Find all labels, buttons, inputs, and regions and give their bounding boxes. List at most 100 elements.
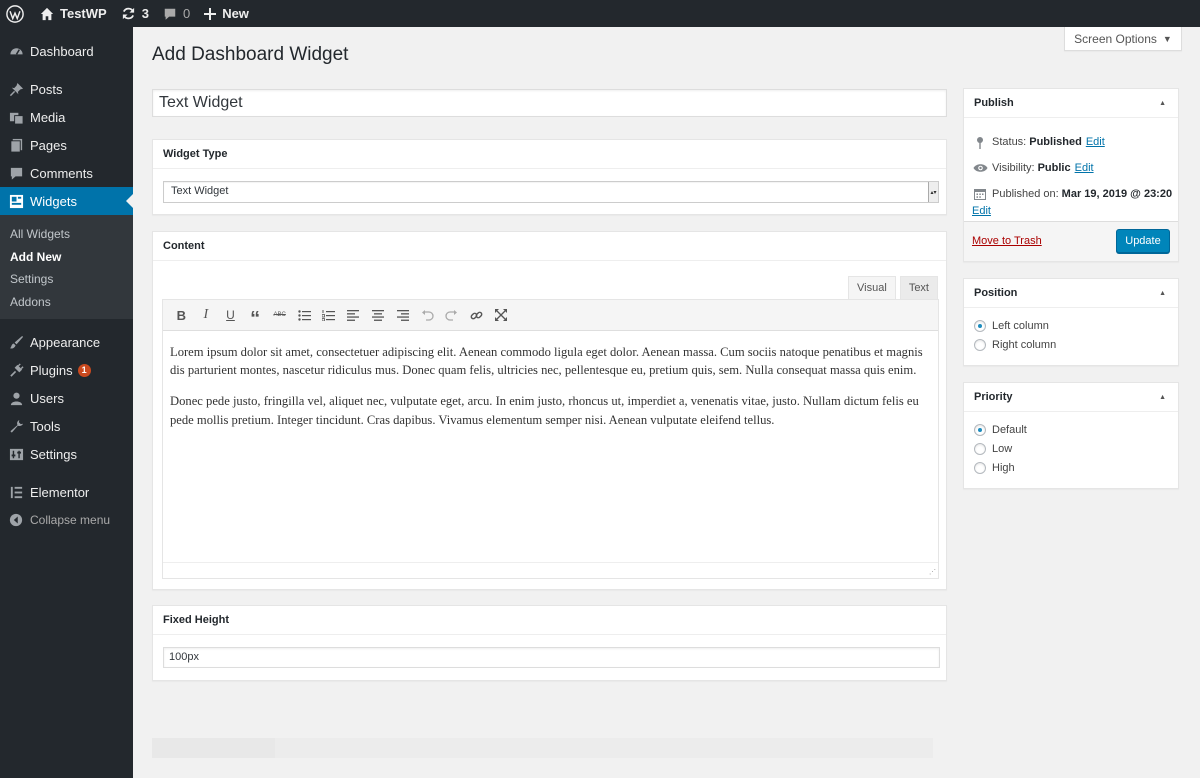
sidebar-item-label: Widgets [30, 193, 77, 209]
radio-button[interactable] [974, 320, 986, 332]
collapse-menu-button[interactable]: Collapse menu [0, 506, 133, 534]
sidebar-item-label: Dashboard [30, 43, 94, 59]
move-to-trash-link[interactable]: Move to Trash [972, 235, 1042, 247]
link-icon[interactable] [464, 303, 489, 327]
sidebar-item-dashboard[interactable]: Dashboard [0, 37, 133, 65]
redo-icon[interactable] [440, 303, 465, 327]
sidebar-item-label: Pages [30, 137, 67, 153]
update-button[interactable]: Update [1116, 229, 1170, 253]
radio-button[interactable] [974, 462, 986, 474]
priority-heading-label: Priority [974, 391, 1013, 403]
widget-title-input[interactable]: Text Widget [152, 89, 947, 117]
numbered-list-icon[interactable] [317, 303, 342, 327]
publish-heading[interactable]: Publish ▲ [964, 89, 1178, 118]
refresh-icon [121, 6, 136, 21]
admin-bar: TestWP 3 0 New [0, 0, 1200, 27]
editor-content-area[interactable]: Lorem ipsum dolor sit amet, consectetuer… [163, 331, 938, 561]
submenu-addons[interactable]: Addons [0, 291, 133, 314]
align-left-icon[interactable] [341, 303, 366, 327]
widget-type-select[interactable]: Text Widget ▴▾ [163, 181, 939, 203]
post-status-row: Status: Published Edit [972, 135, 1105, 149]
sidebar-item-users[interactable]: Users [0, 384, 133, 412]
position-heading-label: Position [974, 287, 1018, 299]
plugins-update-badge: 1 [77, 363, 91, 377]
fixed-height-heading: Fixed Height [153, 606, 946, 635]
comment-icon [8, 165, 24, 181]
priority-option-default[interactable]: Default [974, 424, 1027, 436]
tab-visual[interactable]: Visual [848, 276, 896, 299]
radio-label: High [992, 462, 1015, 474]
editor-toolbar: B I U “ ABC [163, 300, 938, 331]
visibility-label: Visibility: [992, 162, 1035, 174]
comment-icon [163, 7, 177, 21]
position-heading[interactable]: Position ▲ [964, 279, 1178, 308]
site-name: TestWP [60, 6, 107, 21]
resize-grip-icon[interactable]: ⋰ [929, 568, 936, 576]
align-center-icon[interactable] [366, 303, 391, 327]
edit-status-link[interactable]: Edit [1086, 136, 1105, 148]
sidebar-item-comments[interactable]: Comments [0, 159, 133, 187]
widget-type-selected: Text Widget [171, 185, 229, 197]
priority-option-high[interactable]: High [974, 462, 1015, 474]
undo-icon[interactable] [415, 303, 440, 327]
italic-icon[interactable]: I [194, 303, 219, 327]
caret-up-icon[interactable]: ▲ [1159, 100, 1166, 107]
edit-visibility-link[interactable]: Edit [1075, 162, 1094, 174]
site-name-link[interactable]: TestWP [33, 0, 114, 27]
submenu-all-widgets[interactable]: All Widgets [0, 223, 133, 246]
wordpress-logo-icon[interactable] [0, 0, 33, 27]
caret-up-icon[interactable]: ▲ [1159, 394, 1166, 401]
published-on-value: Mar 19, 2019 @ 23:20 [1061, 188, 1173, 200]
sidebar-item-widgets[interactable]: Widgets [0, 187, 133, 215]
edit-date-link[interactable]: Edit [972, 205, 991, 217]
priority-heading[interactable]: Priority ▲ [964, 383, 1178, 412]
radio-label: Left column [992, 320, 1049, 332]
sidebar-item-settings[interactable]: Settings [0, 440, 133, 468]
sidebar-item-elementor[interactable]: Elementor [0, 478, 133, 506]
calendar-icon [972, 187, 988, 201]
position-box: Position ▲ Left column Right column [963, 278, 1179, 366]
radio-button[interactable] [974, 339, 986, 351]
sidebar-item-media[interactable]: Media [0, 103, 133, 131]
priority-option-low[interactable]: Low [974, 443, 1012, 455]
submenu-settings[interactable]: Settings [0, 268, 133, 291]
settings-icon [8, 446, 24, 462]
sidebar-item-appearance[interactable]: Appearance [0, 328, 133, 356]
underline-icon[interactable]: U [218, 303, 243, 327]
submenu-add-new[interactable]: Add New [0, 246, 133, 269]
widgets-icon [8, 193, 24, 209]
comments-count: 0 [182, 6, 191, 21]
blockquote-icon[interactable]: “ [243, 303, 268, 329]
admin-sidebar: Dashboard Posts Media Pages Comments Wid… [0, 27, 133, 778]
position-option-right[interactable]: Right column [974, 339, 1056, 351]
caret-up-icon[interactable]: ▲ [1159, 290, 1166, 297]
screen-options-button[interactable]: Screen Options ▼ [1064, 27, 1182, 51]
sidebar-item-tools[interactable]: Tools [0, 412, 133, 440]
strikethrough-icon[interactable]: ABC [267, 303, 292, 327]
bold-icon[interactable]: B [169, 303, 194, 327]
brush-icon [8, 334, 24, 350]
published-date-row: Published on: Mar 19, 2019 @ 23:20 [972, 187, 1172, 201]
comments-link[interactable]: 0 [156, 0, 197, 27]
radio-label: Default [992, 424, 1027, 436]
sidebar-item-label: Users [30, 390, 64, 406]
sidebar-item-label: Tools [30, 418, 61, 434]
publish-heading-label: Publish [974, 97, 1014, 109]
bullet-list-icon[interactable] [292, 303, 317, 327]
align-right-icon[interactable] [390, 303, 415, 327]
dashboard-icon [8, 43, 24, 59]
sidebar-item-label: Settings [30, 446, 77, 462]
fixed-height-input[interactable]: 100px [163, 647, 940, 668]
content-box: Content Visual Text B I U “ ABC Lorem ip… [152, 231, 947, 590]
fullscreen-icon[interactable] [489, 303, 514, 327]
sidebar-item-pages[interactable]: Pages [0, 131, 133, 159]
radio-button[interactable] [974, 424, 986, 436]
updates-link[interactable]: 3 [114, 0, 156, 27]
published-on-label: Published on: [992, 188, 1059, 200]
new-content-link[interactable]: New [197, 0, 256, 27]
position-option-left[interactable]: Left column [974, 320, 1049, 332]
sidebar-item-posts[interactable]: Posts [0, 75, 133, 103]
radio-button[interactable] [974, 443, 986, 455]
tab-text[interactable]: Text [899, 276, 938, 299]
sidebar-item-plugins[interactable]: Plugins 1 [0, 356, 133, 384]
